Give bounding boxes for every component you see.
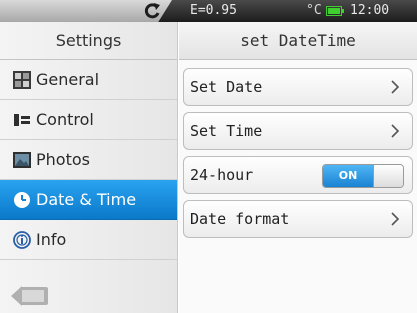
chevron-right-icon [391, 212, 400, 226]
sidebar-item-label: Photos [36, 150, 90, 169]
status-bar: E=0.95 °C 12:00 [0, 0, 417, 22]
sidebar-item-label: Control [36, 110, 94, 129]
info-icon [13, 230, 31, 249]
row-label: Set Time [190, 122, 263, 140]
chevron-right-icon [391, 124, 400, 138]
date-time-panel: set DateTime Set Date Set Time 24-hour O… [179, 22, 417, 313]
sidebar-item-control[interactable]: Control [0, 100, 177, 140]
row-label: 24-hour [190, 166, 254, 184]
temperature-unit: °C [306, 3, 322, 18]
date-format-button[interactable]: Date format [183, 200, 413, 238]
sidebar-item-date-time[interactable]: Date & Time [0, 180, 177, 220]
sidebar-item-general[interactable]: General [0, 60, 177, 100]
sidebar-item-label: Date & Time [36, 190, 137, 209]
panel-title: set DateTime [179, 22, 417, 60]
back-icon[interactable] [10, 284, 50, 308]
sidebar-item-label: General [36, 70, 100, 89]
settings-sidebar: Settings General Control Photos Date & T… [0, 22, 178, 313]
chevron-right-icon [391, 80, 400, 94]
24-hour-toggle[interactable]: ON [322, 164, 404, 188]
clock-icon [14, 191, 30, 208]
sidebar-item-photos[interactable]: Photos [0, 140, 177, 180]
clock: 12:00 [350, 3, 390, 18]
battery-icon [326, 6, 344, 16]
sidebar-item-info[interactable]: Info [0, 220, 177, 260]
toggle-knob [373, 165, 403, 187]
control-icon [14, 113, 30, 126]
set-date-button[interactable]: Set Date [183, 68, 413, 106]
general-icon [13, 70, 31, 89]
sidebar-title: Settings [0, 22, 177, 60]
set-time-button[interactable]: Set Time [183, 112, 413, 150]
sidebar-item-label: Info [36, 230, 67, 249]
24-hour-row: 24-hour ON [183, 156, 413, 194]
refresh-icon[interactable] [142, 1, 162, 21]
photos-icon [13, 151, 31, 168]
toggle-on-label: ON [323, 165, 373, 187]
row-label: Set Date [190, 78, 263, 96]
row-label: Date format [190, 210, 290, 228]
emissivity-readout: E=0.95 [190, 3, 237, 18]
